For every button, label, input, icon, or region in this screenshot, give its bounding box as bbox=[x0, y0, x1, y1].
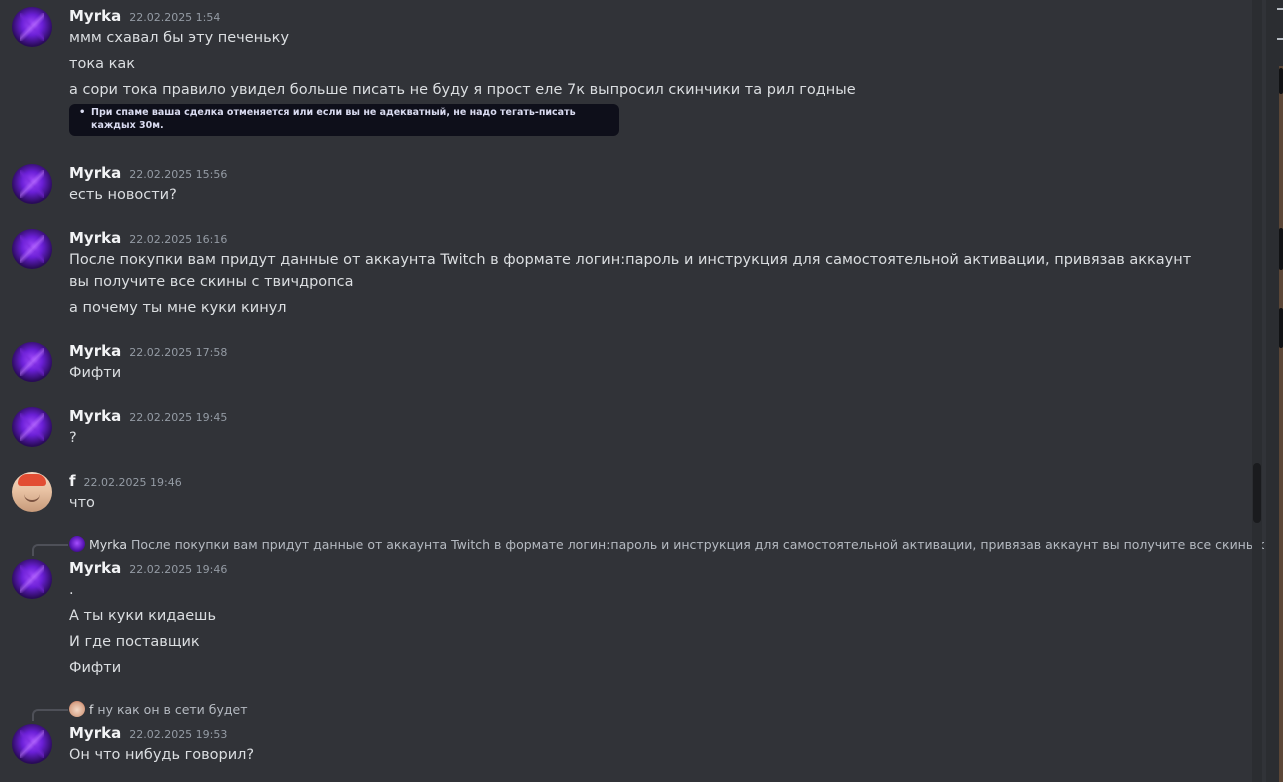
panel-tick bbox=[1277, 38, 1283, 40]
timestamp: 22.02.2025 1:54 bbox=[129, 11, 221, 24]
message-text: а почему ты мне куки кинул bbox=[69, 300, 287, 316]
reply-text[interactable]: После покупки вам придут данные от аккау… bbox=[131, 537, 1264, 552]
message-text: Он что нибудь говорил? bbox=[69, 747, 255, 763]
message-text: тока как bbox=[69, 56, 135, 72]
avatar[interactable] bbox=[12, 164, 52, 204]
username[interactable]: Myrka bbox=[69, 7, 121, 25]
avatar[interactable] bbox=[12, 559, 52, 599]
message-text: Фифти bbox=[69, 660, 122, 676]
message-text: ? bbox=[69, 430, 77, 446]
message-header: f 22.02.2025 19:46 bbox=[69, 472, 182, 492]
avatar[interactable] bbox=[12, 472, 52, 512]
username[interactable]: f bbox=[69, 472, 76, 490]
message-header: Myrka 22.02.2025 1:54 bbox=[69, 7, 220, 27]
reply-spine bbox=[32, 544, 68, 556]
message-header: Myrka 22.02.2025 19:53 bbox=[69, 724, 227, 744]
message-text: а сори тока правило увидел больше писать… bbox=[69, 82, 856, 98]
message-header: Myrka 22.02.2025 19:46 bbox=[69, 559, 227, 579]
message-text: А ты куки кидаешь bbox=[69, 608, 216, 624]
panel-marker bbox=[1279, 308, 1283, 348]
scrollbar-thumb[interactable] bbox=[1253, 463, 1261, 523]
window-edge bbox=[1279, 66, 1283, 782]
username[interactable]: Myrka bbox=[69, 559, 121, 577]
panel-tick bbox=[1277, 8, 1283, 10]
message-header: Myrka 22.02.2025 19:45 bbox=[69, 407, 227, 427]
message-text: И где поставщик bbox=[69, 634, 200, 650]
timestamp: 22.02.2025 19:53 bbox=[129, 728, 228, 741]
reply-avatar bbox=[69, 701, 85, 717]
reply-avatar bbox=[69, 536, 85, 552]
message-list: Myrka 22.02.2025 1:54 ммм схавал бы эту … bbox=[0, 0, 1264, 782]
avatar[interactable] bbox=[12, 407, 52, 447]
message-header: Myrka 22.02.2025 15:56 bbox=[69, 164, 227, 184]
reply-preview[interactable]: Myrka После покупки вам придут данные от… bbox=[69, 535, 1264, 553]
avatar[interactable] bbox=[12, 342, 52, 382]
message-text: После покупки вам придут данные от аккау… bbox=[69, 252, 1192, 290]
reply-spine bbox=[32, 709, 68, 721]
timestamp: 22.02.2025 16:16 bbox=[129, 233, 228, 246]
reply-preview[interactable]: f ну как он в сети будет bbox=[69, 700, 247, 718]
message-text: есть новости? bbox=[69, 187, 177, 203]
message-text: Фифти bbox=[69, 365, 122, 381]
message-header: Myrka 22.02.2025 16:16 bbox=[69, 229, 227, 249]
avatar[interactable] bbox=[12, 724, 52, 764]
message-header: Myrka 22.02.2025 17:58 bbox=[69, 342, 227, 362]
username[interactable]: Myrka bbox=[69, 164, 121, 182]
reply-author[interactable]: Myrka bbox=[89, 537, 127, 552]
username[interactable]: Myrka bbox=[69, 724, 121, 742]
message-text: . bbox=[69, 582, 74, 598]
timestamp: 22.02.2025 17:58 bbox=[129, 346, 228, 359]
avatar[interactable] bbox=[12, 229, 52, 269]
timestamp: 22.02.2025 19:45 bbox=[129, 411, 228, 424]
username[interactable]: Myrka bbox=[69, 229, 121, 247]
attached-image[interactable]: При спаме ваша сделка отменяется или есл… bbox=[69, 104, 619, 136]
avatar[interactable] bbox=[12, 7, 52, 47]
scrollbar-track[interactable] bbox=[1252, 0, 1262, 782]
message-text: ммм схавал бы эту печеньку bbox=[69, 30, 290, 46]
timestamp: 22.02.2025 15:56 bbox=[129, 168, 228, 181]
username[interactable]: Myrka bbox=[69, 407, 121, 425]
timestamp: 22.02.2025 19:46 bbox=[129, 563, 228, 576]
message-text: что bbox=[69, 495, 95, 511]
timestamp: 22.02.2025 19:46 bbox=[83, 476, 182, 489]
panel-marker bbox=[1279, 68, 1283, 94]
reply-text[interactable]: ну как он в сети будет bbox=[97, 702, 247, 717]
reply-author[interactable]: f bbox=[89, 702, 93, 717]
username[interactable]: Myrka bbox=[69, 342, 121, 360]
panel-marker bbox=[1279, 228, 1283, 270]
